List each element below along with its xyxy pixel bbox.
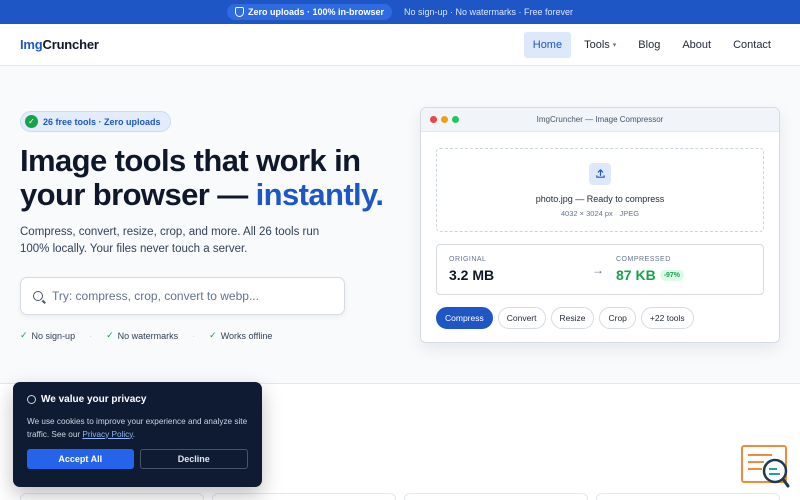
file-name: photo.jpg — Ready to compress bbox=[535, 193, 665, 204]
feature-item: ✓ No watermarks bbox=[106, 330, 179, 341]
feature-separator: · bbox=[192, 330, 196, 341]
tool-card[interactable] bbox=[212, 493, 396, 500]
reduction-badge: -97% bbox=[659, 269, 685, 281]
top-banner: Zero uploads · 100% in-browser No sign-u… bbox=[0, 0, 800, 24]
compressor-preview-window: ImgCruncher — Image Compressor photo.jpg… bbox=[420, 107, 780, 343]
hero-section: ✓ 26 free tools · Zero uploads Image too… bbox=[20, 111, 390, 341]
hero-headline: Image tools that work in your browser — … bbox=[20, 143, 384, 212]
accept-all-button[interactable]: Accept All bbox=[27, 449, 134, 469]
banner-pill-text: Zero uploads · 100% in-browser bbox=[247, 7, 384, 17]
stat-original: ORIGINAL 3.2 MB bbox=[449, 256, 592, 283]
hero-subtext: Compress, convert, resize, crop, and mor… bbox=[20, 226, 320, 255]
window-titlebar: ImgCruncher — Image Compressor bbox=[421, 108, 779, 132]
chip-resize[interactable]: Resize bbox=[550, 307, 595, 329]
logo-cruncher-part: Cruncher bbox=[42, 37, 99, 52]
main-nav: ImgCruncher Home Tools ▾ Blog About Cont… bbox=[0, 24, 800, 66]
search-document-icon bbox=[741, 445, 790, 488]
original-size: 3.2 MB bbox=[449, 267, 495, 283]
tool-card[interactable] bbox=[20, 493, 204, 500]
search-icon bbox=[33, 291, 43, 301]
feature-separator: · bbox=[89, 330, 93, 341]
file-meta: 4032 × 3024 px · JPEG bbox=[560, 208, 640, 218]
tool-card[interactable] bbox=[596, 493, 780, 500]
banner-pill: Zero uploads · 100% in-browser bbox=[226, 4, 392, 20]
feature-item: ✓ Works offline bbox=[209, 330, 273, 341]
chip-more-tools[interactable]: +22 tools bbox=[640, 307, 694, 329]
window-title: ImgCruncher — Image Compressor bbox=[536, 115, 664, 124]
nav-blog[interactable]: Blog bbox=[629, 32, 669, 58]
feature-item: ✓ No sign-up bbox=[20, 330, 76, 341]
nav-home[interactable]: Home bbox=[523, 31, 572, 58]
logo[interactable]: ImgCruncher bbox=[20, 37, 99, 52]
decline-button[interactable]: Decline bbox=[139, 449, 248, 469]
chip-crop[interactable]: Crop bbox=[599, 307, 636, 329]
chip-compress[interactable]: Compress bbox=[436, 307, 493, 329]
stat-compressed: COMPRESSED 87 KB -97% bbox=[616, 256, 751, 283]
compressed-size: 87 KB bbox=[616, 267, 656, 283]
check-circle-icon: ✓ bbox=[25, 115, 38, 128]
cookie-text: We use cookies to improve your experienc… bbox=[27, 417, 248, 439]
file-dropzone[interactable]: photo.jpg — Ready to compress 4032 × 302… bbox=[436, 148, 764, 232]
hero-badge-text: 26 free tools · Zero uploads bbox=[43, 116, 161, 127]
logo-img-part: Img bbox=[20, 37, 43, 52]
check-icon: ✓ bbox=[20, 330, 28, 340]
arrow-right-icon: → bbox=[592, 262, 604, 277]
upload-icon bbox=[589, 162, 611, 185]
feedback-widget[interactable] bbox=[740, 444, 790, 490]
tool-card[interactable] bbox=[404, 493, 588, 500]
cookie-title: We value your privacy bbox=[41, 394, 147, 405]
tool-chips: Compress Convert Resize Crop +22 tools bbox=[436, 307, 764, 329]
search-input[interactable] bbox=[52, 289, 332, 303]
compression-stats: ORIGINAL 3.2 MB → COMPRESSED 87 KB -97% bbox=[436, 244, 764, 295]
check-icon: ✓ bbox=[209, 330, 217, 340]
shield-icon bbox=[234, 7, 244, 17]
feature-list: ✓ No sign-up · ✓ No watermarks · ✓ Works of… bbox=[20, 330, 390, 341]
nav-tools[interactable]: Tools ▾ bbox=[575, 32, 625, 58]
headline-accent: instantly. bbox=[255, 177, 384, 212]
check-icon: ✓ bbox=[106, 330, 114, 340]
nav-contact[interactable]: Contact bbox=[724, 32, 780, 58]
tool-search[interactable] bbox=[20, 277, 345, 315]
chip-convert[interactable]: Convert bbox=[497, 307, 546, 329]
nav-links: Home Tools ▾ Blog About Contact bbox=[523, 31, 780, 58]
cookie-icon bbox=[27, 395, 36, 404]
cookie-consent: We value your privacy We use cookies to … bbox=[13, 382, 262, 487]
chevron-down-icon: ▾ bbox=[612, 41, 617, 49]
banner-tagline: No sign-up · No watermarks · Free foreve… bbox=[403, 7, 574, 17]
hero-badge: ✓ 26 free tools · Zero uploads bbox=[20, 111, 171, 132]
privacy-policy-link[interactable]: Privacy Policy bbox=[82, 430, 132, 439]
nav-about[interactable]: About bbox=[673, 32, 720, 58]
